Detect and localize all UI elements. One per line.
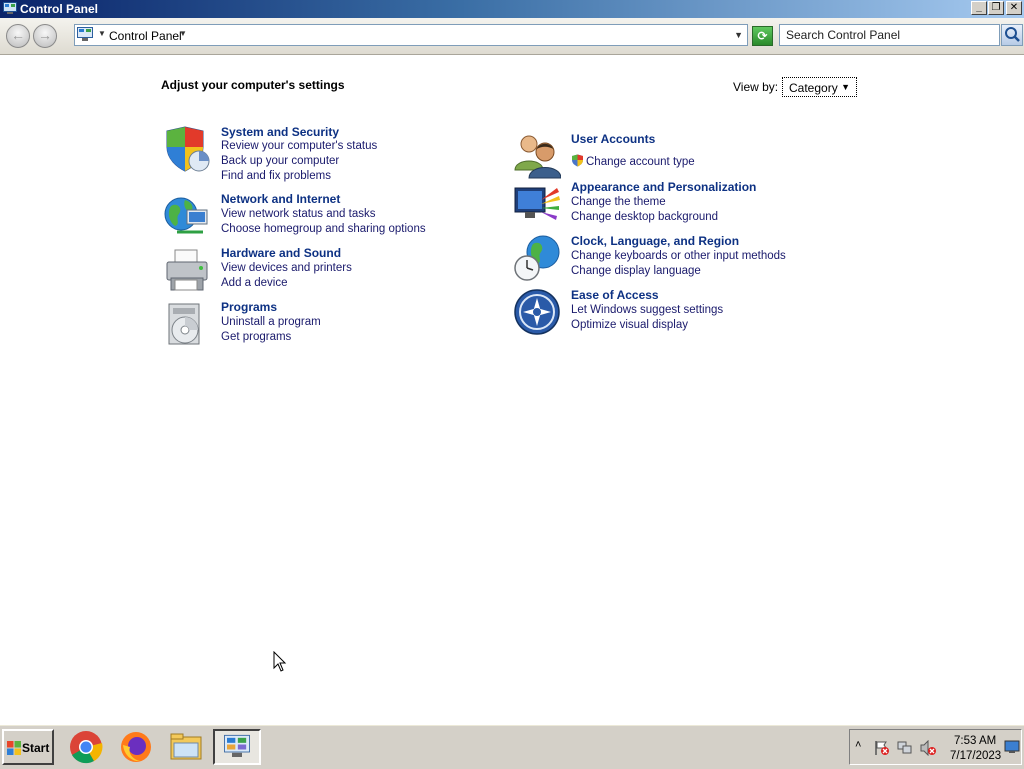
file-explorer-icon <box>170 733 202 760</box>
control-panel-icon <box>3 2 17 14</box>
change-theme-link[interactable]: Change the theme <box>571 196 666 208</box>
address-toolbar: ← → ▼ Control Panel ▼ ▼ ⟳ Search Control… <box>0 18 1024 55</box>
address-dropdown-icon[interactable]: ▼ <box>734 30 743 40</box>
address-bar[interactable]: ▼ Control Panel ▼ ▼ <box>74 24 748 46</box>
change-display-language-link[interactable]: Change display language <box>571 265 701 277</box>
breadcrumb-chevron-icon[interactable]: ▼ <box>98 29 106 38</box>
refresh-icon: ⟳ <box>757 29 768 43</box>
user-accounts-link[interactable]: User Accounts <box>571 132 655 146</box>
page-heading: Adjust your computer's settings <box>161 78 345 92</box>
chevron-down-icon: ▼ <box>841 82 850 92</box>
action-center-flag-icon[interactable] <box>874 740 890 756</box>
refresh-button[interactable]: ⟳ <box>752 26 773 46</box>
change-desktop-background-link[interactable]: Change desktop background <box>571 211 718 223</box>
devices-printers-link[interactable]: View devices and printers <box>221 262 352 274</box>
forward-arrow-icon: → <box>38 27 52 43</box>
uac-shield-icon <box>572 154 583 167</box>
taskbar: Start ˄ 7:53 AM 7/17/2023 <box>0 724 1024 769</box>
uninstall-program-link[interactable]: Uninstall a program <box>221 316 321 328</box>
system-security-link[interactable]: System and Security <box>221 125 339 139</box>
clock-time[interactable]: 7:53 AM <box>954 735 996 747</box>
system-tray: ˄ 7:53 AM 7/17/2023 <box>849 729 1022 765</box>
taskbar-chrome[interactable] <box>64 729 108 765</box>
globe-network-icon[interactable] <box>163 192 211 240</box>
get-programs-link[interactable]: Get programs <box>221 331 291 343</box>
review-status-link[interactable]: Review your computer's status <box>221 140 377 152</box>
mouse-pointer-icon <box>273 651 287 672</box>
clock-date[interactable]: 7/17/2023 <box>950 750 1001 762</box>
ease-of-access-link[interactable]: Ease of Access <box>571 288 659 302</box>
minimize-button[interactable]: _ <box>971 1 987 15</box>
chrome-icon <box>70 731 103 764</box>
network-status-link[interactable]: View network status and tasks <box>221 208 375 220</box>
view-by-label: View by: <box>733 80 779 94</box>
clock-language-region-link[interactable]: Clock, Language, and Region <box>571 234 739 248</box>
monitor-paint-icon[interactable] <box>513 180 561 228</box>
search-input[interactable]: Search Control Panel <box>779 24 1000 46</box>
control-panel-icon <box>224 734 250 757</box>
forward-button[interactable]: → <box>33 24 57 48</box>
find-fix-problems-link[interactable]: Find and fix problems <box>221 170 331 182</box>
restore-button[interactable]: ❐ <box>988 1 1004 15</box>
taskbar-file-explorer[interactable] <box>164 729 208 765</box>
change-account-type-label: Change account type <box>586 156 695 168</box>
volume-muted-icon[interactable] <box>920 740 936 756</box>
change-keyboards-link[interactable]: Change keyboards or other input methods <box>571 250 786 262</box>
shield-icon[interactable] <box>163 125 211 173</box>
view-by-value: Category <box>789 81 838 95</box>
programs-disc-icon[interactable] <box>163 300 211 348</box>
back-button[interactable]: ← <box>6 24 30 48</box>
title-bar: Control Panel _ ❐ ✕ <box>0 0 1024 18</box>
network-internet-link[interactable]: Network and Internet <box>221 192 340 206</box>
optimize-visual-display-link[interactable]: Optimize visual display <box>571 319 688 331</box>
taskbar-firefox[interactable] <box>114 729 158 765</box>
show-desktop-icon[interactable] <box>1004 740 1020 754</box>
back-arrow-icon: ← <box>11 27 25 43</box>
firefox-icon <box>121 732 151 762</box>
view-by-dropdown[interactable]: Category ▼ <box>782 77 857 97</box>
window-title: Control Panel <box>20 2 99 16</box>
control-panel-icon <box>77 27 93 41</box>
add-device-link[interactable]: Add a device <box>221 277 288 289</box>
hardware-sound-link[interactable]: Hardware and Sound <box>221 246 341 260</box>
ease-of-access-icon[interactable] <box>513 288 561 336</box>
users-icon[interactable] <box>513 132 561 180</box>
backup-link[interactable]: Back up your computer <box>221 155 339 167</box>
show-hidden-icons-icon[interactable]: ˄ <box>855 739 861 751</box>
taskbar-control-panel[interactable] <box>213 729 261 765</box>
close-button[interactable]: ✕ <box>1006 1 1022 15</box>
search-icon <box>1005 27 1020 42</box>
homegroup-sharing-link[interactable]: Choose homegroup and sharing options <box>221 223 426 235</box>
change-account-type-link[interactable]: Change account type <box>571 154 695 168</box>
search-button[interactable] <box>1001 24 1023 46</box>
programs-link[interactable]: Programs <box>221 300 277 314</box>
appearance-personalization-link[interactable]: Appearance and Personalization <box>571 180 756 194</box>
start-label: Start <box>22 741 50 755</box>
breadcrumb-control-panel[interactable]: Control Panel <box>109 29 182 43</box>
clock-globe-icon[interactable] <box>513 234 561 282</box>
breadcrumb-chevron-icon[interactable]: ▼ <box>179 29 187 38</box>
printer-icon[interactable] <box>163 246 211 294</box>
windows-suggest-settings-link[interactable]: Let Windows suggest settings <box>571 304 723 316</box>
network-icon[interactable] <box>897 740 913 756</box>
windows-flag-icon <box>7 741 21 755</box>
start-button[interactable]: Start <box>2 729 54 765</box>
